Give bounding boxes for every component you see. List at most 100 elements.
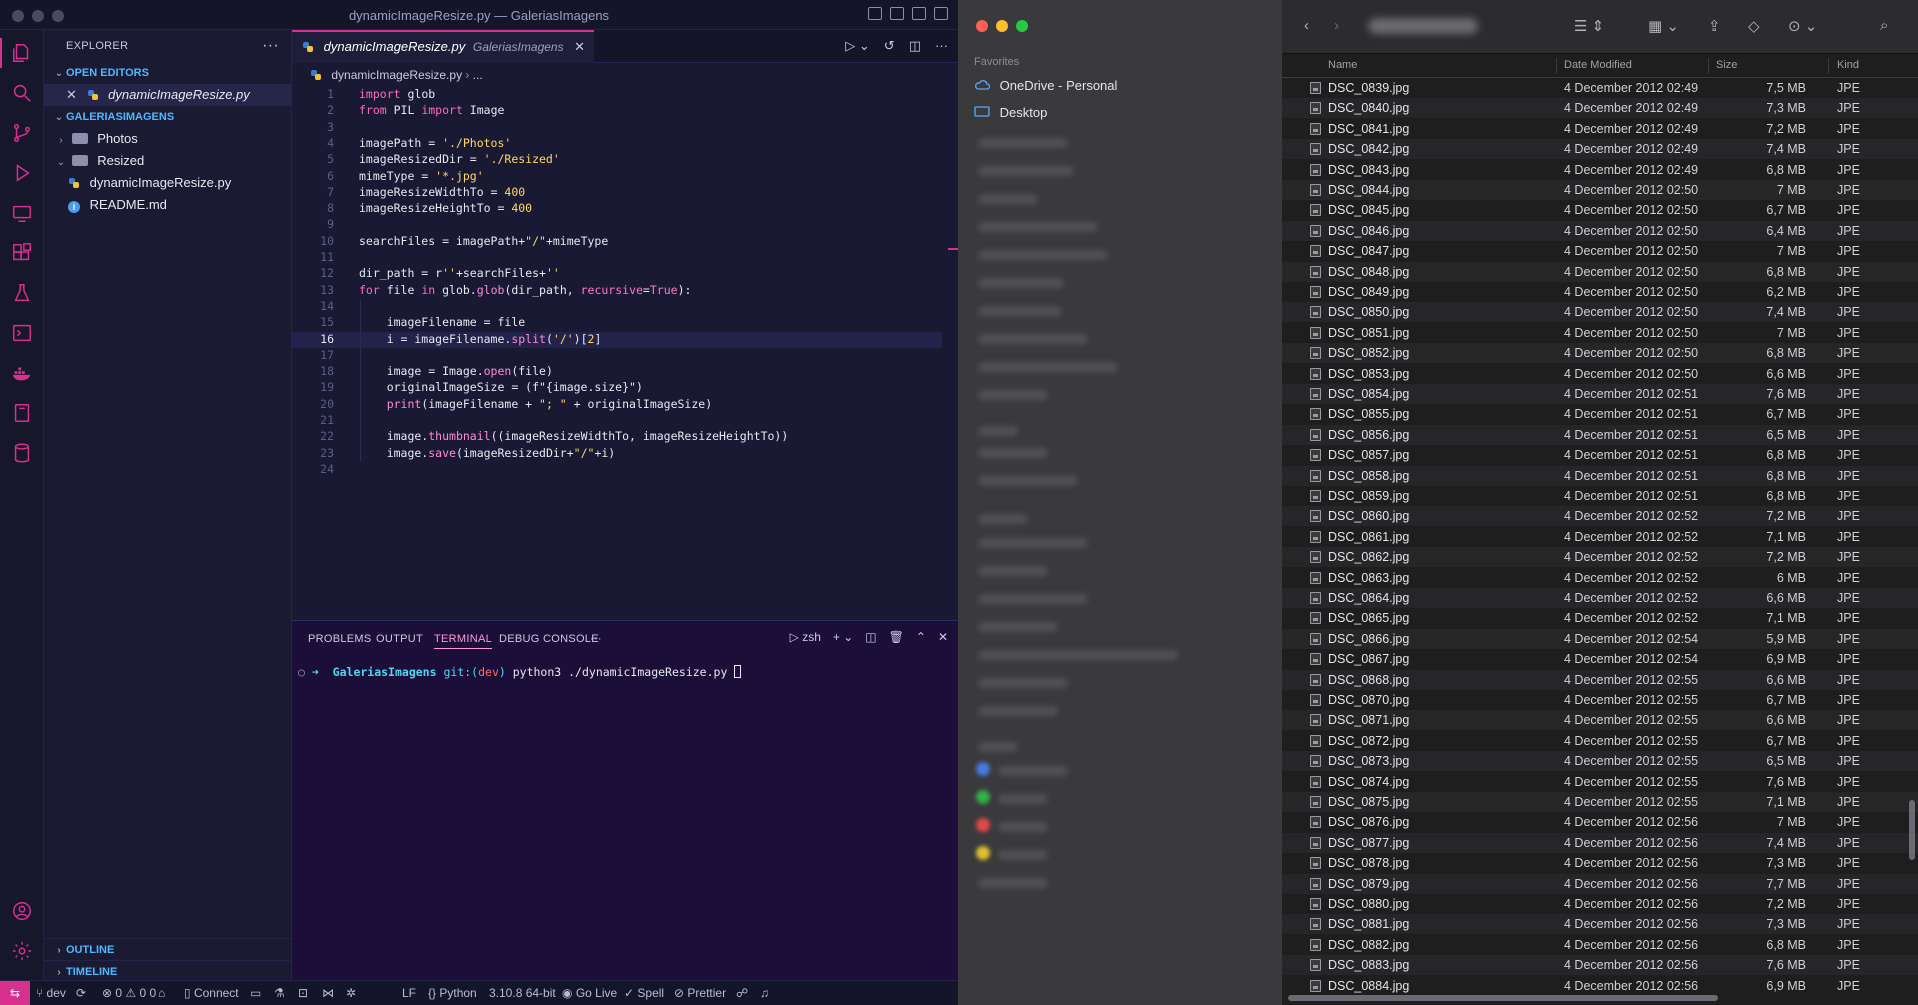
file-row[interactable]: DSC_0851.jpg 4 December 2012 02:50 7 MB JPE [1282,323,1918,343]
code-line[interactable]: dir_path = r''+searchFiles+'' [359,266,560,280]
sidebar-item-onedrive[interactable]: OneDrive - Personal [974,74,1117,98]
status-branch[interactable]: ⑂ dev [36,986,66,1000]
file-row[interactable]: DSC_0850.jpg 4 December 2012 02:50 7,4 MB J… [1282,302,1918,323]
status-interpreter[interactable]: 3.10.8 64-bit [489,986,556,1000]
editor-tab-active[interactable]: dynamicImageResize.py GaleriasImagens ✕ [292,30,594,63]
branch-compare-icon[interactable]: ⋈ [322,986,334,1000]
tab-output[interactable]: OUTPUT [376,633,423,645]
vertical-scrollbar[interactable] [1909,800,1915,860]
search-icon[interactable]: ⌕ [1880,17,1888,34]
database-icon[interactable] [11,442,33,464]
trash-icon[interactable]: 🗑 [889,630,904,644]
breadcrumb-more[interactable]: ... [473,68,483,82]
file-row[interactable]: DSC_0876.jpg 4 December 2012 02:56 7 MB JPE [1282,812,1918,832]
remote-indicator-icon[interactable]: ⇆ [0,981,30,1005]
code-line[interactable]: imageFilename = file [359,315,525,329]
tab-terminal[interactable]: TERMINAL [434,633,493,649]
code-line[interactable]: from PIL import Image [359,103,504,117]
file-row[interactable]: DSC_0852.jpg 4 December 2012 02:50 6,8 MB J… [1282,343,1918,364]
file-row[interactable]: DSC_0871.jpg 4 December 2012 02:55 6,6 MB J… [1282,710,1918,731]
home-icon[interactable]: ⌂ [158,986,165,1000]
timeline-section[interactable]: › TIMELINE [44,960,292,982]
file-row[interactable]: DSC_0847.jpg 4 December 2012 02:50 7 MB JPE [1282,241,1918,261]
list-view-icon[interactable]: ☰ ⇕ [1574,17,1604,35]
terminal-output[interactable]: ○ ➜ GaleriasImagens git:(dev) python3 ./… [298,665,742,679]
code-line[interactable]: originalImageSize = (f"{image.size}") [359,380,643,394]
status-spell[interactable]: ✓ Spell [624,986,664,1000]
workspace-section[interactable]: ⌄ GALERIASIMAGENS [44,106,291,128]
file-row[interactable]: DSC_0840.jpg 4 December 2012 02:49 7,3 MB J… [1282,98,1918,119]
terminal-status-icon[interactable]: ⊡ [298,986,308,1000]
debug-status-icon[interactable]: ✲ [346,986,356,1000]
file-row[interactable]: DSC_0853.jpg 4 December 2012 02:50 6,6 MB J… [1282,364,1918,384]
code-line[interactable]: image.save(imageResizedDir+"/"+i) [359,446,616,460]
testing-icon[interactable] [11,282,33,304]
file-row[interactable]: DSC_0868.jpg 4 December 2012 02:55 6,6 MB J… [1282,669,1918,690]
back-button[interactable]: ‹ [1304,17,1309,34]
code-line[interactable]: import glob [359,87,435,101]
file-row[interactable]: DSC_0870.jpg 4 December 2012 02:55 6,7 MB J… [1282,690,1918,710]
file-row[interactable]: DSC_0845.jpg 4 December 2012 02:50 6,7 MB J… [1282,200,1918,220]
explorer-icon[interactable] [0,38,33,68]
tree-item-dynamicimageresize[interactable]: dynamicImageResize.py [44,172,291,194]
column-date[interactable]: Date Modified [1564,59,1632,71]
file-row[interactable]: DSC_0842.jpg 4 December 2012 02:49 7,4 MB J… [1282,139,1918,160]
file-row[interactable]: DSC_0858.jpg 4 December 2012 02:51 6,8 MB J… [1282,465,1918,486]
tag-icon[interactable]: ◇ [1748,17,1760,35]
close-window-button[interactable] [976,20,988,32]
toggle-secondary-sidebar-icon[interactable] [912,7,926,20]
file-row[interactable]: DSC_0839.jpg 4 December 2012 02:49 7,5 MB J… [1282,78,1918,98]
code-line[interactable]: imagePath = './Photos' [359,136,511,150]
file-row[interactable]: DSC_0881.jpg 4 December 2012 02:56 7,3 MB J… [1282,914,1918,935]
status-prettier[interactable]: ⊘ Prettier [674,986,726,1000]
file-row[interactable]: DSC_0860.jpg 4 December 2012 02:52 7,2 MB J… [1282,506,1918,527]
tree-item-photos[interactable]: › Photos [44,128,291,150]
file-row[interactable]: DSC_0864.jpg 4 December 2012 02:52 6,6 MB J… [1282,588,1918,608]
file-row[interactable]: DSC_0873.jpg 4 December 2012 02:55 6,5 MB J… [1282,751,1918,772]
customize-layout-icon[interactable] [934,7,948,20]
split-editor-icon[interactable]: ◫ [909,38,921,54]
more-actions-icon[interactable]: ··· [262,30,279,62]
group-by-icon[interactable]: ▦ ⌄ [1648,17,1679,35]
feedback-icon[interactable]: ☍ [736,986,748,1000]
file-row[interactable]: DSC_0875.jpg 4 December 2012 02:55 7,1 MB J… [1282,792,1918,812]
extensions-icon[interactable] [11,242,33,264]
file-row[interactable]: DSC_0874.jpg 4 December 2012 02:55 7,6 MB J… [1282,772,1918,792]
file-row[interactable]: DSC_0862.jpg 4 December 2012 02:52 7,2 MB J… [1282,547,1918,568]
file-row[interactable]: DSC_0879.jpg 4 December 2012 02:56 7,7 MB J… [1282,873,1918,894]
sidebar-item-desktop[interactable]: Desktop [974,101,1047,125]
timeline-history-icon[interactable]: ↺ [884,38,895,54]
open-editors-section[interactable]: ⌄ OPEN EDITORS [44,62,291,84]
new-terminal-icon[interactable]: + ⌄ [833,630,853,644]
file-row[interactable]: DSC_0846.jpg 4 December 2012 02:50 6,4 MB J… [1282,220,1918,241]
code-line[interactable]: mimeType = '*.jpg' [359,169,484,183]
open-editor-item[interactable]: ✕ dynamicImageResize.py [44,84,291,106]
share-icon[interactable]: ⇪ [1708,17,1721,35]
file-row[interactable]: DSC_0844.jpg 4 December 2012 02:50 7 MB JPE [1282,180,1918,200]
code-line[interactable]: print(imageFilename + "; " + originalIma… [359,397,712,411]
file-row[interactable]: DSC_0883.jpg 4 December 2012 02:56 7,6 MB J… [1282,955,1918,976]
docker-icon[interactable] [11,362,33,384]
file-row[interactable]: DSC_0848.jpg 4 December 2012 02:50 6,8 MB J… [1282,261,1918,282]
file-row[interactable]: DSC_0849.jpg 4 December 2012 02:50 6,2 MB J… [1282,282,1918,302]
outline-section[interactable]: › OUTLINE [44,938,292,960]
split-terminal-icon[interactable]: ◫ [865,630,876,644]
status-problems[interactable]: ⊗ 0 ⚠ 0 0 [102,986,156,1000]
source-control-icon[interactable] [11,122,33,144]
file-row[interactable]: DSC_0857.jpg 4 December 2012 02:51 6,8 MB J… [1282,445,1918,465]
maximize-panel-icon[interactable]: ⌃ [916,630,926,644]
terminal-shell-selector[interactable]: ▷ zsh [790,630,821,644]
tab-problems[interactable]: PROBLEMS [308,633,372,645]
code-line[interactable]: searchFiles = imagePath+"/"+mimeType [359,234,608,248]
file-row[interactable]: DSC_0880.jpg 4 December 2012 02:56 7,2 MB J… [1282,894,1918,914]
file-row[interactable]: DSC_0843.jpg 4 December 2012 02:49 6,8 MB J… [1282,160,1918,180]
notebook-status-icon[interactable]: ▭ [250,986,261,1000]
code-line[interactable]: imageResizeWidthTo = 400 [359,185,525,199]
file-row[interactable]: DSC_0867.jpg 4 December 2012 02:54 6,9 MB J… [1282,649,1918,669]
file-row[interactable]: DSC_0855.jpg 4 December 2012 02:51 6,7 MB J… [1282,404,1918,424]
status-connect[interactable]: ▯ Connect [184,986,239,1000]
code-line[interactable]: image.thumbnail((imageResizeWidthTo, ima… [359,429,789,443]
close-tab-icon[interactable]: ✕ [574,39,585,55]
status-golive[interactable]: ◉ Go Live [562,986,617,1000]
column-name[interactable]: Name [1328,59,1357,71]
